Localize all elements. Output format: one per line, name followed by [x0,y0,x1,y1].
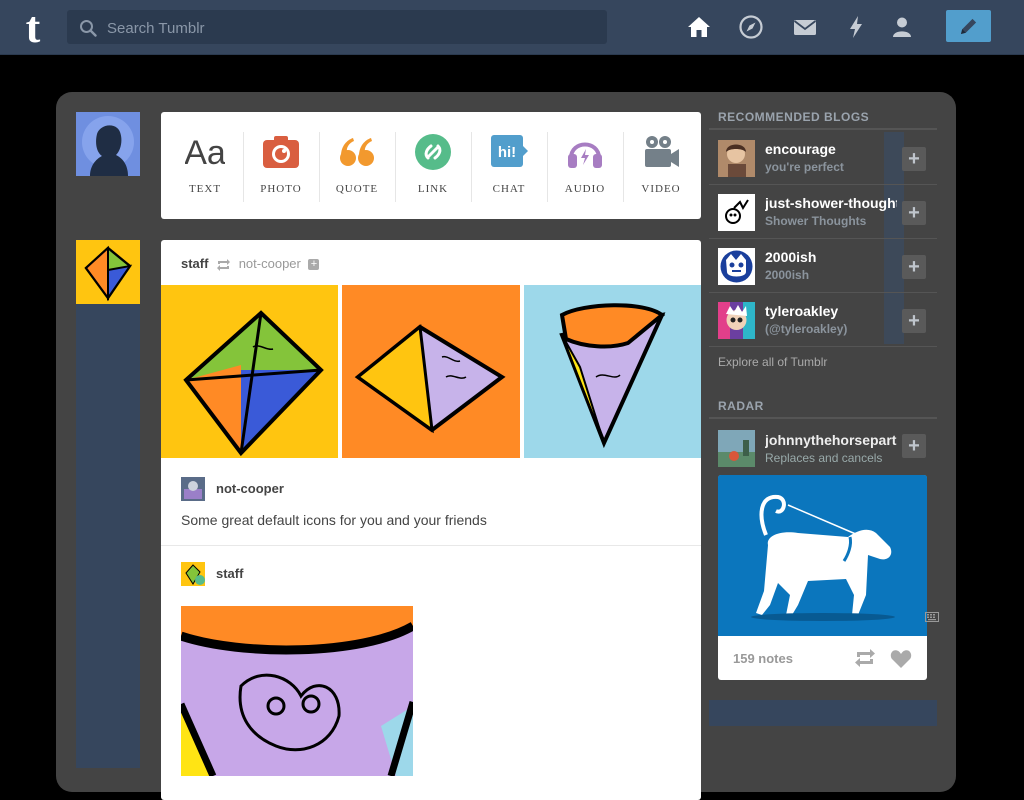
blog-name[interactable]: johnnythehorsepart [765,432,897,448]
svg-text:Aa: Aa [185,134,225,172]
post-type-selector: Aa TEXT PHOTO QUOTE LINK hi! CHAT AUDIO … [161,112,701,219]
staff-avatar[interactable] [76,240,140,304]
headphones-icon [568,142,602,168]
post-type-label: AUDIO [564,183,606,195]
account-icon[interactable] [889,14,915,40]
post-type-label: TEXT [188,183,222,195]
text-icon: Aa [185,134,225,172]
blog-avatar[interactable] [718,194,755,231]
search-input[interactable] [105,10,599,46]
post-type-chat[interactable]: hi! CHAT [471,112,547,219]
post-type-audio[interactable]: AUDIO [547,112,623,219]
recommended-heading: RECOMMENDED BLOGS [718,110,870,124]
camera-icon [263,136,299,168]
quote-icon [340,138,374,166]
svg-text:hi!: hi! [498,144,516,161]
recommended-blog[interactable]: 2000ish 2000ish + [709,239,937,293]
blog-name[interactable]: 2000ish [765,249,897,265]
radar-image[interactable] [718,475,927,636]
post-type-label: VIDEO [641,183,681,195]
blog-name[interactable]: just-shower-thoughts [765,195,897,211]
reblog-icon[interactable] [854,649,876,667]
trail-username[interactable]: staff [216,566,243,581]
chat-icon: hi! [491,135,528,167]
blog-avatar[interactable] [718,248,755,285]
trail-avatar[interactable] [181,477,205,501]
follow-button[interactable]: + [902,147,926,171]
blog-name[interactable]: tyleroakley [765,303,897,319]
post-photo[interactable] [342,285,520,458]
post-type-label: CHAT [492,183,526,195]
radar-blog[interactable]: johnnythehorsepart Replaces and cancels … [709,424,937,470]
post-header: staff not-cooper + [181,256,320,272]
reblog-icon [217,258,231,271]
avatar-column [76,240,140,768]
blog-name[interactable]: encourage [765,141,897,157]
pencil-icon [961,18,977,34]
blog-subtitle: 2000ish [765,268,810,282]
post-type-photo[interactable]: PHOTO [243,112,319,219]
blog-subtitle: (@tyleroakley) [765,322,848,336]
search-icon [80,20,97,37]
post-body-text: Some great default icons for you and you… [181,512,487,528]
blog-subtitle: Replaces and cancels [765,451,883,465]
explore-link[interactable]: Explore all of Tumblr [718,355,827,369]
video-camera-icon [645,136,679,167]
inbox-icon[interactable] [792,14,818,40]
blog-subtitle: you're perfect [765,160,844,174]
blog-avatar[interactable] [718,140,755,177]
post-type-video[interactable]: VIDEO [623,112,699,219]
top-bar: t [0,0,1024,55]
recommended-blog[interactable]: just-shower-thoughts Shower Thoughts + [709,185,937,239]
divider [709,128,937,130]
radar-post: 159 notes [718,475,927,680]
divider [161,545,701,546]
post-type-label: QUOTE [335,183,379,195]
post-type-quote[interactable]: QUOTE [319,112,395,219]
user-avatar[interactable] [76,112,140,176]
post-photo[interactable] [181,606,413,776]
blog-avatar[interactable] [718,302,755,339]
home-icon[interactable] [686,14,712,40]
blog-subtitle: Shower Thoughts [765,214,867,228]
follow-icon[interactable]: + [308,259,320,271]
compose-button[interactable] [946,10,991,42]
search-bar[interactable] [67,10,607,46]
post-photo[interactable] [161,285,338,458]
reblogged-from[interactable]: not-cooper [239,256,301,271]
sidebar-footer-bar [709,700,937,726]
trail-username[interactable]: not-cooper [216,481,284,496]
follow-button[interactable]: + [902,434,926,458]
follow-button[interactable]: + [902,201,926,225]
divider [709,417,937,419]
post-type-label: LINK [417,183,449,195]
post-type-label: PHOTO [260,183,302,195]
follow-button[interactable]: + [902,255,926,279]
blog-avatar[interactable] [718,430,755,467]
post-card: staff not-cooper + not-cooper Some great… [161,240,701,800]
post-author[interactable]: staff [181,256,208,271]
link-icon [415,134,451,170]
activity-icon[interactable] [843,14,869,40]
radar-heading: RADAR [718,399,764,413]
follow-button[interactable]: + [902,309,926,333]
keyboard-shortcuts-icon[interactable] [925,610,939,624]
explore-icon[interactable] [738,14,764,40]
post-type-link[interactable]: LINK [395,112,471,219]
recommended-blog[interactable]: encourage you're perfect + [709,131,937,185]
heart-icon[interactable] [890,649,912,669]
notes-count[interactable]: 159 notes [733,651,793,666]
tumblr-logo[interactable]: t [14,3,52,52]
post-type-text[interactable]: Aa TEXT [167,112,243,219]
svg-text:t: t [26,6,41,48]
recommended-blog[interactable]: tyleroakley (@tyleroakley) + [709,293,937,347]
post-photo[interactable] [524,285,701,458]
trail-avatar[interactable] [181,562,205,586]
